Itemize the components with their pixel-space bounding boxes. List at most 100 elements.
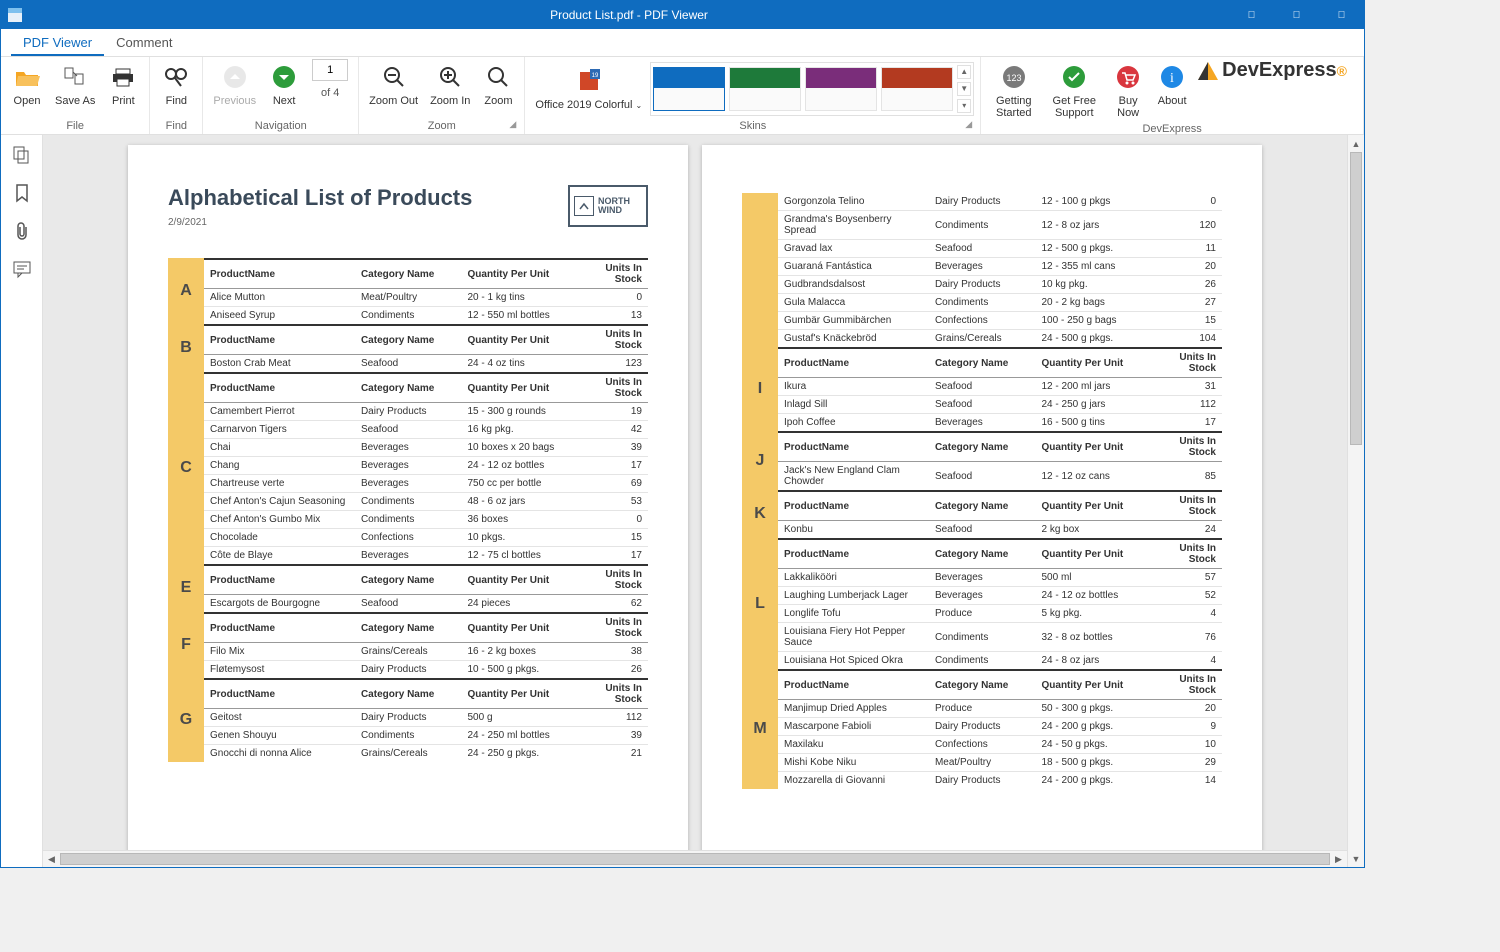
col-quantity: Quantity Per Unit bbox=[462, 613, 577, 643]
col-unitsinstock: Units In Stock bbox=[1151, 348, 1222, 378]
minimize-button[interactable]:  bbox=[1229, 1, 1274, 29]
alpha-section-g-cont: Gorgonzola TelinoDairy Products12 - 100 … bbox=[742, 193, 1222, 347]
scroll-up-arrow[interactable]: ▲ bbox=[1348, 135, 1364, 152]
table-row: GeitostDairy Products500 g112 bbox=[204, 709, 648, 727]
group-label-navigation: Navigation bbox=[209, 118, 352, 134]
window-title: Product List.pdf - PDF Viewer bbox=[29, 8, 1229, 22]
scroll-down-arrow[interactable]: ▼ bbox=[1348, 850, 1364, 867]
col-unitsinstock: Units In Stock bbox=[577, 679, 648, 709]
content-area: Alphabetical List of Products 2/9/2021 N… bbox=[1, 135, 1364, 867]
save-as-button[interactable]: Save As bbox=[51, 59, 99, 109]
find-button[interactable]: Find bbox=[156, 59, 196, 109]
col-productname: ProductName bbox=[204, 259, 355, 289]
print-icon bbox=[107, 61, 139, 93]
devexpress-logo: DevExpress® bbox=[1196, 59, 1357, 82]
skins-dialog-launcher[interactable]: ◢ bbox=[965, 119, 977, 131]
group-label-skins: Skins bbox=[531, 118, 974, 134]
table-row: Gumbär GummibärchenConfections100 - 250 … bbox=[778, 312, 1222, 330]
col-categoryname: Category Name bbox=[929, 491, 1036, 521]
zoom-dialog-launcher[interactable]: ◢ bbox=[509, 119, 521, 131]
zoom-icon bbox=[482, 61, 514, 93]
zoom-button[interactable]: Zoom bbox=[478, 59, 518, 109]
open-button[interactable]: Open bbox=[7, 59, 47, 109]
col-productname: ProductName bbox=[204, 565, 355, 595]
skin-scroll-down[interactable]: ▼ bbox=[957, 82, 971, 96]
col-categoryname: Category Name bbox=[929, 348, 1036, 378]
col-productname: ProductName bbox=[778, 348, 929, 378]
get-support-button[interactable]: Get Free Support bbox=[1044, 59, 1104, 121]
print-button[interactable]: Print bbox=[103, 59, 143, 109]
office-word-icon: 19 bbox=[573, 65, 605, 97]
table-row: Ipoh CoffeeBeverages16 - 500 g tins17 bbox=[778, 414, 1222, 432]
table-row: Côte de BlayeBeverages12 - 75 cl bottles… bbox=[204, 547, 648, 565]
attachments-icon[interactable] bbox=[8, 217, 36, 245]
table-row: ChangBeverages24 - 12 oz bottles17 bbox=[204, 457, 648, 475]
skin-swatch-red[interactable] bbox=[881, 67, 953, 111]
scroll-left-arrow[interactable]: ◀ bbox=[43, 851, 60, 867]
table-row: Chartreuse verteBeverages750 cc per bott… bbox=[204, 475, 648, 493]
tab-comment[interactable]: Comment bbox=[104, 31, 184, 56]
vscroll-thumb[interactable] bbox=[1350, 152, 1362, 445]
alpha-section: EProductNameCategory NameQuantity Per Un… bbox=[168, 564, 648, 612]
ribbon-group-skins: 19 Office 2019 Colorful ⌄ ▲ ▼ ▾ Skins ◢ bbox=[525, 57, 981, 134]
vertical-scrollbar[interactable]: ▲ ▼ bbox=[1347, 135, 1364, 867]
open-icon bbox=[11, 61, 43, 93]
next-button[interactable]: Next bbox=[264, 59, 304, 109]
hscroll-thumb[interactable] bbox=[60, 853, 1330, 865]
arrow-up-icon bbox=[219, 61, 251, 93]
zoom-in-button[interactable]: Zoom In bbox=[426, 59, 474, 109]
skins-dropdown[interactable]: 19 Office 2019 Colorful ⌄ bbox=[531, 63, 646, 113]
table-row: Gustaf's KnäckebrödGrains/Cereals24 - 50… bbox=[778, 330, 1222, 348]
skin-swatch-green[interactable] bbox=[729, 67, 801, 111]
thumbnails-icon[interactable] bbox=[8, 141, 36, 169]
table-row: Manjimup Dried ApplesProduce50 - 300 g p… bbox=[778, 700, 1222, 718]
bookmarks-icon[interactable] bbox=[8, 179, 36, 207]
doc-date: 2/9/2021 bbox=[168, 217, 472, 228]
tab-pdfviewer[interactable]: PDF Viewer bbox=[11, 31, 104, 56]
col-quantity: Quantity Per Unit bbox=[462, 565, 577, 595]
alpha-letter: B bbox=[168, 324, 204, 372]
col-unitsinstock: Units In Stock bbox=[577, 259, 648, 289]
skin-scroll-up[interactable]: ▲ bbox=[957, 65, 971, 79]
ribbon: Open Save As Print File Find F bbox=[1, 57, 1364, 135]
table-row: Chef Anton's Gumbo MixCondiments36 boxes… bbox=[204, 511, 648, 529]
alpha-section: JProductNameCategory NameQuantity Per Un… bbox=[742, 431, 1222, 490]
maximize-button[interactable]:  bbox=[1274, 1, 1319, 29]
ribbon-group-find: Find Find bbox=[150, 57, 203, 134]
close-button[interactable]:  bbox=[1319, 1, 1364, 29]
table-row: Guaraná FantásticaBeverages12 - 355 ml c… bbox=[778, 258, 1222, 276]
page-number-input[interactable] bbox=[312, 59, 348, 81]
buy-now-button[interactable]: Buy Now bbox=[1108, 59, 1148, 121]
getting-started-button[interactable]: 123 Getting Started bbox=[987, 59, 1040, 121]
pdf-page-1: Alphabetical List of Products 2/9/2021 N… bbox=[128, 145, 688, 850]
ribbon-group-devexpress: 123 Getting Started Get Free Support Buy… bbox=[981, 57, 1364, 134]
check-circle-icon bbox=[1058, 61, 1090, 93]
col-quantity: Quantity Per Unit bbox=[462, 373, 577, 403]
skin-swatch-purple[interactable] bbox=[805, 67, 877, 111]
alpha-letter: I bbox=[742, 347, 778, 431]
col-quantity: Quantity Per Unit bbox=[462, 259, 577, 289]
col-unitsinstock: Units In Stock bbox=[577, 373, 648, 403]
page-count-label: of 4 bbox=[321, 87, 339, 99]
alpha-section: MProductNameCategory NameQuantity Per Un… bbox=[742, 669, 1222, 789]
arrow-down-icon bbox=[268, 61, 300, 93]
comments-icon[interactable] bbox=[8, 255, 36, 283]
skin-swatch-blue[interactable] bbox=[653, 67, 725, 111]
pages-area[interactable]: Alphabetical List of Products 2/9/2021 N… bbox=[43, 135, 1347, 850]
table-row: Boston Crab MeatSeafood24 - 4 oz tins123 bbox=[204, 355, 648, 373]
zoom-out-button[interactable]: Zoom Out bbox=[365, 59, 422, 109]
col-unitsinstock: Units In Stock bbox=[1151, 491, 1222, 521]
col-categoryname: Category Name bbox=[929, 670, 1036, 700]
col-unitsinstock: Units In Stock bbox=[1151, 432, 1222, 462]
alpha-letter: J bbox=[742, 431, 778, 490]
about-button[interactable]: i About bbox=[1152, 59, 1192, 109]
table-row: Gravad laxSeafood12 - 500 g pkgs.11 bbox=[778, 240, 1222, 258]
scroll-right-arrow[interactable]: ▶ bbox=[1330, 851, 1347, 867]
skin-scroll-more[interactable]: ▾ bbox=[957, 99, 971, 113]
northwind-logo: NORTHWIND bbox=[568, 185, 648, 227]
alpha-letter: M bbox=[742, 669, 778, 789]
titlebar: Product List.pdf - PDF Viewer    bbox=[1, 1, 1364, 29]
col-productname: ProductName bbox=[204, 325, 355, 355]
horizontal-scrollbar[interactable]: ◀ ▶ bbox=[43, 850, 1347, 867]
col-productname: ProductName bbox=[778, 432, 929, 462]
